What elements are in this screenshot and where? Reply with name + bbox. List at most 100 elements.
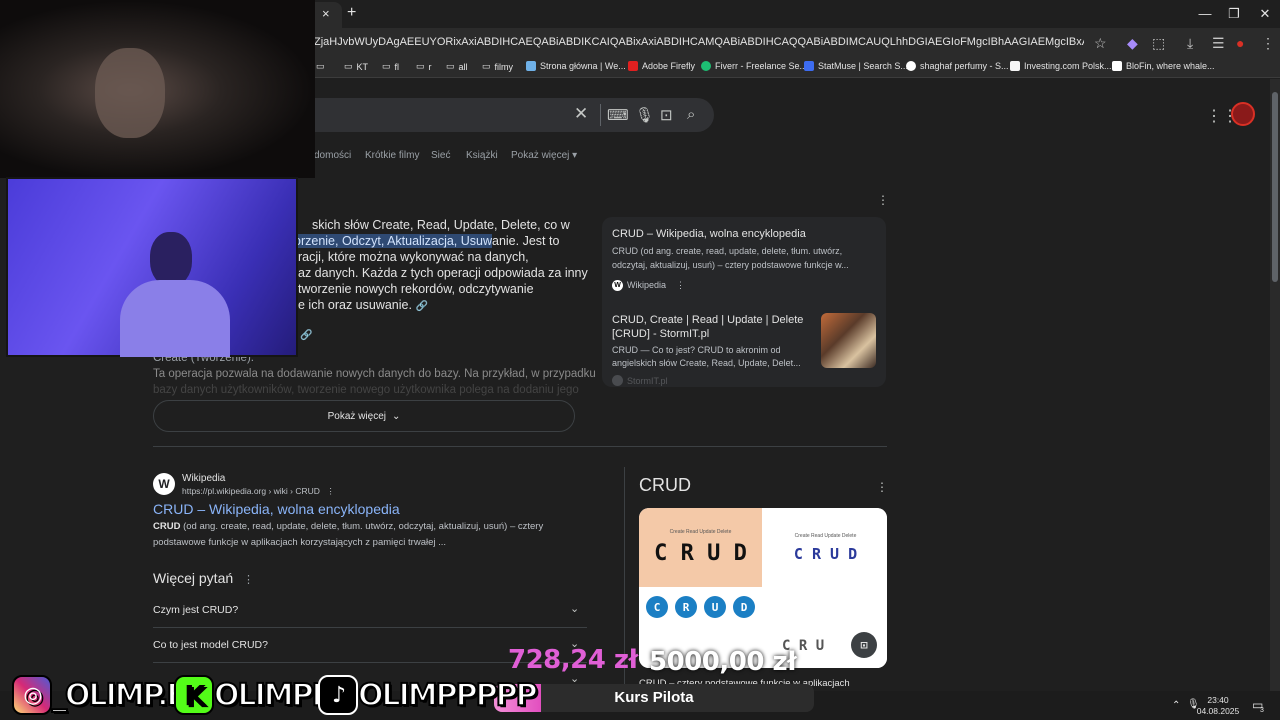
site-icon xyxy=(526,61,536,71)
source-title[interactable]: CRUD, Create | Read | Update | Delete xyxy=(612,314,803,326)
result-title[interactable]: CRUD – Wikipedia, wolna encyklopedia xyxy=(153,501,400,517)
bookmark-folder-all[interactable]: ▭ all xyxy=(446,61,468,72)
more-icon[interactable]: ⋮ xyxy=(326,486,335,496)
overview-line: skich słów Create, Read, Update, Delete,… xyxy=(312,218,570,232)
puzzle-icon[interactable]: ⬚ xyxy=(1152,35,1165,52)
source-site[interactable]: StormIT.pl xyxy=(612,375,668,388)
image-tile[interactable]: Create Read Update Delete C R U D xyxy=(764,508,887,587)
source-site[interactable]: W Wikipedia ⋮ xyxy=(612,279,685,292)
tab-close-icon[interactable]: × xyxy=(322,6,330,21)
fiverr-icon xyxy=(701,61,711,71)
wikipedia-icon: W xyxy=(153,473,175,495)
folder-icon: ▭ xyxy=(446,61,455,71)
bookmark-strona[interactable]: Strona główna | We... xyxy=(526,61,626,71)
social-tiktok: ♪ OLIMPPPPP xyxy=(318,671,539,719)
scrollbar-thumb[interactable] xyxy=(1272,92,1278,282)
search-icon[interactable]: ⌕ xyxy=(687,106,695,123)
menu-icon[interactable]: ⋮ xyxy=(1261,35,1275,52)
result-snippet: CRUD (od ang. create, read, update, dele… xyxy=(153,521,544,532)
source-snippet: angielskich słów Create, Read, Update, D… xyxy=(612,358,801,368)
highlighted-text: orzenie, Odczyt, Aktualizacja, Usuw xyxy=(294,234,492,248)
blofin-icon xyxy=(1112,61,1122,71)
tab-web[interactable]: Sieć xyxy=(431,150,450,161)
source-thumbnail[interactable] xyxy=(821,313,876,368)
bookmark-folder-r[interactable]: ▭ r xyxy=(416,61,432,72)
wikipedia-icon: W xyxy=(612,280,623,291)
bookmark-folder-filmy[interactable]: ▭ filmy xyxy=(482,61,513,72)
profile-icon[interactable]: ● xyxy=(1236,35,1244,51)
overview-line: orzenie, Odczyt, Aktualizacja, Usuwanie.… xyxy=(294,234,560,248)
tab-short-videos[interactable]: Krótkie filmy xyxy=(365,150,419,161)
bookmark-fiverr[interactable]: Fiverr - Freelance Se... xyxy=(701,61,807,71)
donation-goal-label: Kurs Pilota xyxy=(614,689,694,706)
keyboard-icon[interactable]: ⌨ xyxy=(607,106,629,124)
result-site-name[interactable]: Wikipedia xyxy=(182,473,225,484)
clock[interactable]: 23:40 04.08.2025 xyxy=(1196,695,1240,717)
close-window-button[interactable]: ✕ xyxy=(1250,6,1280,22)
camera-icon[interactable]: ⊡ xyxy=(660,106,673,124)
chevron-up-icon[interactable]: ⌃ xyxy=(1172,700,1180,711)
avatar[interactable] xyxy=(1231,102,1255,126)
image-grid[interactable]: Create Read Update Delete C R U D Create… xyxy=(639,508,887,668)
bookmark-shaghaf[interactable]: shaghaf perfumy - S... xyxy=(906,61,1009,71)
instagram-icon: ◎ xyxy=(12,675,52,715)
link-icon[interactable]: 🔗 xyxy=(300,330,312,341)
extension-icon[interactable]: ◆ xyxy=(1127,35,1138,52)
site-icon xyxy=(612,375,623,386)
more-options-icon[interactable]: ⋮ xyxy=(876,480,888,494)
tab-search-icon[interactable]: ☰ xyxy=(1212,35,1225,52)
source-title-line2[interactable]: [CRUD] - StormIT.pl xyxy=(612,328,709,340)
faded-text: Ta operacja pozwala na dodawanie nowych … xyxy=(153,368,596,380)
divider xyxy=(153,446,887,447)
new-tab-button[interactable]: + xyxy=(347,4,356,22)
star-icon[interactable]: ☆ xyxy=(1094,35,1107,52)
bookmark-folder[interactable]: ▭ xyxy=(316,61,329,72)
search-divider xyxy=(600,104,601,126)
kick-icon: K xyxy=(174,675,214,715)
tab-books[interactable]: Książki xyxy=(466,150,498,161)
investing-icon xyxy=(1010,61,1020,71)
more-icon[interactable]: ⋮ xyxy=(243,574,254,586)
link-icon[interactable]: 🔗 xyxy=(415,301,427,312)
more-icon[interactable]: ⋮ xyxy=(676,279,685,292)
donation-goal: 5000,00 zł xyxy=(649,647,797,677)
source-snippet: odczytaj, aktualizuj, usuń) – cztery pod… xyxy=(612,260,849,270)
overview-line: tworzenie nowych rekordów, odczytywanie xyxy=(298,282,534,296)
more-options-icon[interactable]: ⋮ xyxy=(877,193,889,207)
knowledge-panel-title: CRUD xyxy=(639,475,691,495)
paa-question[interactable]: Co to jest model CRUD? xyxy=(153,639,268,651)
statmuse-icon xyxy=(804,61,814,71)
bookmark-investing[interactable]: Investing.com Polsk... xyxy=(1010,61,1112,71)
bookmark-firefly[interactable]: Adobe Firefly xyxy=(628,61,695,71)
image-tile[interactable]: Create Read Update Delete C R U D xyxy=(639,508,762,587)
chevron-down-icon[interactable]: ⌄ xyxy=(570,602,579,615)
microphone-icon[interactable]: 🎙 xyxy=(635,106,654,124)
source-snippet: CRUD (od ang. create, read, update, dele… xyxy=(612,246,843,256)
overview-line: racji, które można wykonywać na danych, xyxy=(298,250,529,264)
result-url[interactable]: https://pl.wikipedia.org › wiki › CRUD ⋮ xyxy=(182,486,335,497)
image-search-icon[interactable]: ⊡ xyxy=(851,632,877,658)
minimize-button[interactable]: — xyxy=(1190,6,1220,21)
paa-question[interactable]: Czym jest CRUD? xyxy=(153,604,238,616)
show-more-button[interactable]: Pokaż więcej ⌄ xyxy=(153,400,575,432)
folder-icon: ▭ xyxy=(382,61,391,71)
folder-icon: ▭ xyxy=(482,61,491,71)
bookmark-folder-fl[interactable]: ▭ fl xyxy=(382,61,399,72)
source-title[interactable]: CRUD – Wikipedia, wolna encyklopedia xyxy=(612,228,806,240)
download-icon[interactable]: ⤓ xyxy=(1187,35,1193,52)
adobe-icon xyxy=(628,61,638,71)
clear-icon[interactable]: ✕ xyxy=(574,104,588,124)
notification-count: 3 xyxy=(1260,707,1264,714)
webcam-body xyxy=(120,280,230,357)
tab-news[interactable]: domości xyxy=(314,150,351,161)
restore-button[interactable]: ❐ xyxy=(1219,6,1249,22)
folder-icon: ▭ xyxy=(416,61,425,71)
bookmark-statmuse[interactable]: StatMuse | Search S... xyxy=(804,61,908,71)
source-snippet: CRUD — Co to jest? CRUD to akronim od xyxy=(612,345,781,355)
bookmark-blofin[interactable]: BloFin, where whale... xyxy=(1112,61,1215,71)
address-bar[interactable]: ZjaHJvbWUyDAgAEEUYORixAxiABDIHCAEQABiABD… xyxy=(314,36,1084,48)
paa-title: Więcej pytań ⋮ xyxy=(153,570,255,586)
bookmark-folder-kt[interactable]: ▭ KT xyxy=(344,61,368,72)
chevron-down-icon: ⌄ xyxy=(391,410,401,422)
tab-show-more[interactable]: Pokaż więcej ▾ xyxy=(511,150,577,161)
